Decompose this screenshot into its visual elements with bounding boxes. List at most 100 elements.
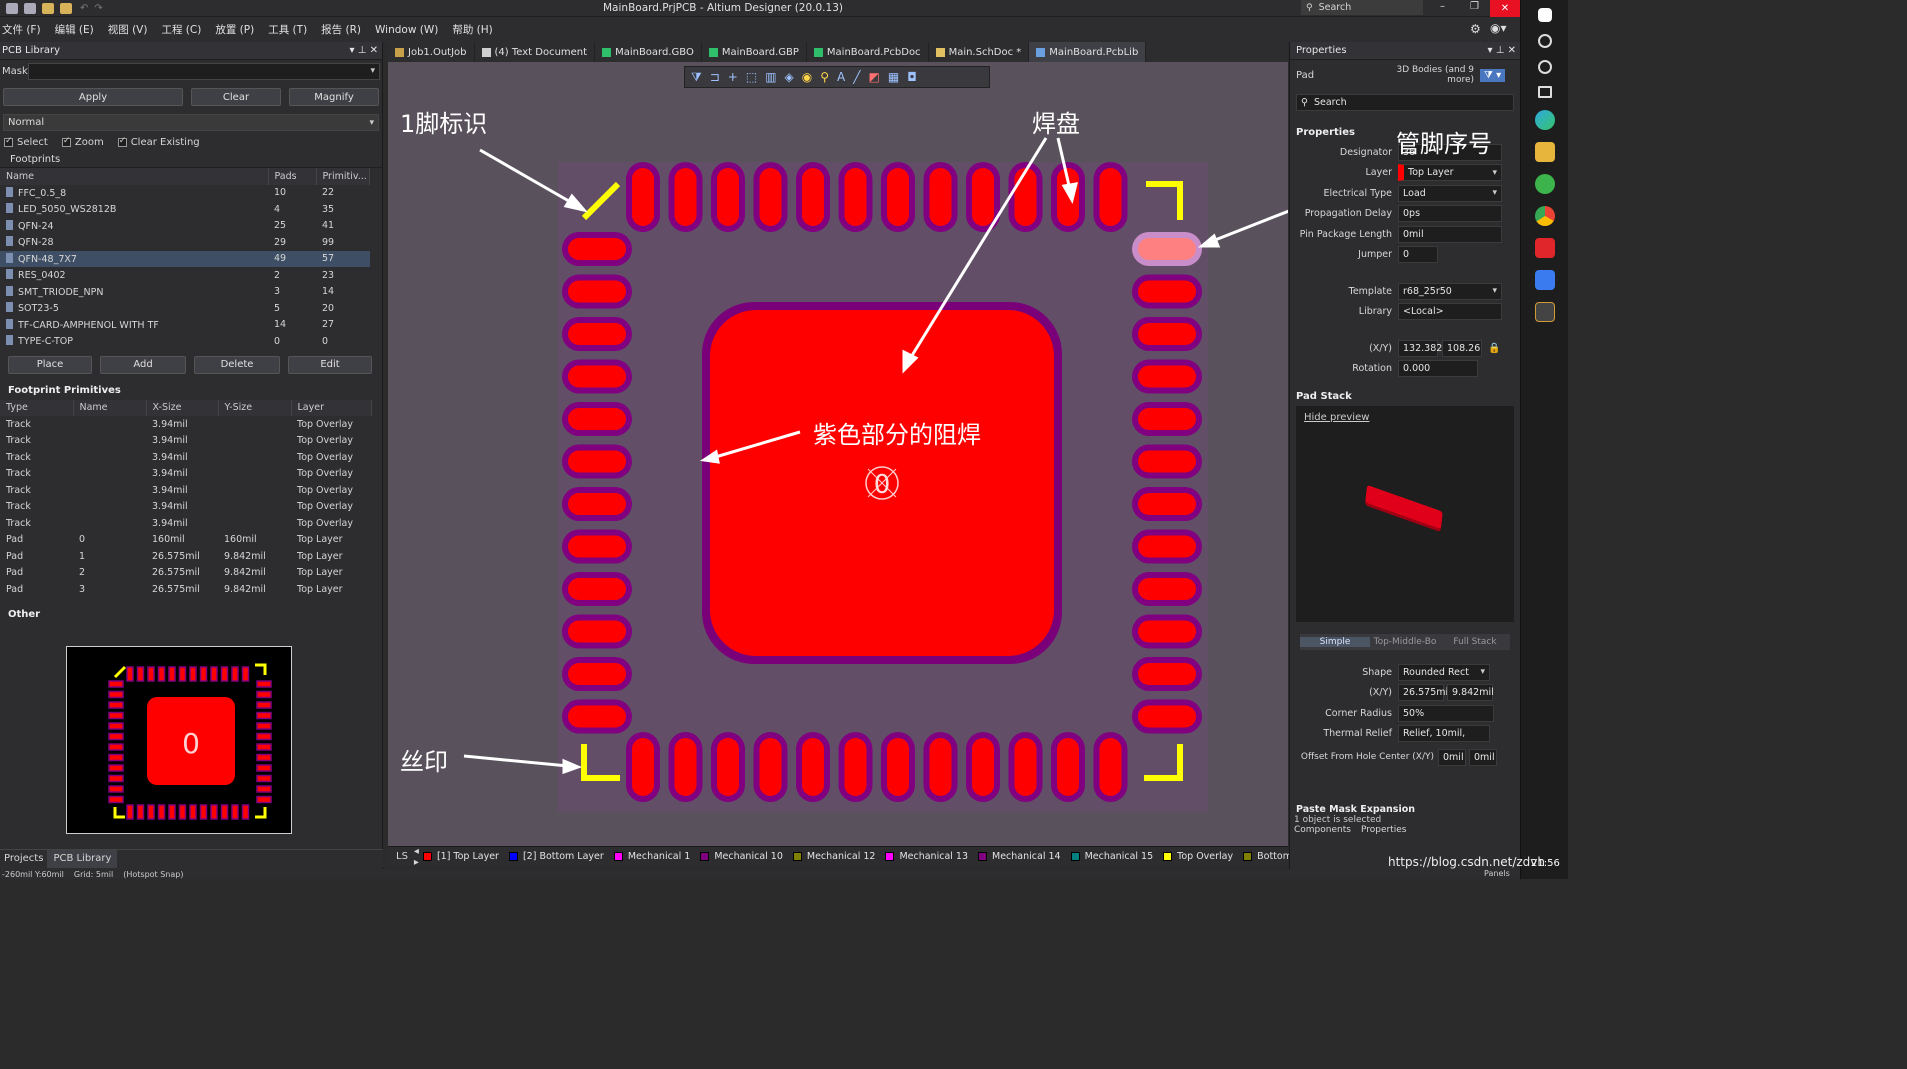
clear-existing-checkbox[interactable]: Clear Existing — [117, 136, 200, 148]
primitive-row[interactable]: Track 3.94mil Top Overlay — [0, 416, 372, 433]
pad-right[interactable] — [1138, 705, 1196, 728]
layer-tab[interactable]: Mechanical 13 — [885, 851, 968, 862]
pad-left[interactable] — [568, 323, 626, 345]
pad-left[interactable] — [568, 280, 626, 303]
menu-reports[interactable]: 报告 (R) — [321, 22, 361, 37]
primitive-row[interactable]: Track 3.94mil Top Overlay — [0, 515, 372, 532]
template-field[interactable]: r68_25r50 — [1398, 282, 1502, 300]
undo-icon[interactable]: ↶ — [80, 3, 88, 14]
footprint-row[interactable]: QFN-24 25 41 — [0, 218, 370, 235]
user-account-icon[interactable]: ◉▾ — [1490, 21, 1507, 35]
delete-button[interactable]: Delete — [194, 355, 280, 374]
propagation-delay-field[interactable]: 0ps — [1398, 205, 1502, 223]
pad-left[interactable] — [568, 408, 626, 430]
footprint-row[interactable]: SOT23-5 5 20 — [0, 300, 370, 317]
youdao-icon[interactable] — [1534, 238, 1555, 258]
pad-right[interactable] — [1138, 493, 1196, 515]
feishu-icon[interactable] — [1534, 270, 1555, 290]
crosshair-icon[interactable]: + — [728, 70, 738, 84]
pad-left[interactable] — [568, 705, 626, 728]
pad-icon[interactable]: ◉ — [802, 70, 812, 84]
place-button[interactable]: Place — [8, 355, 92, 374]
stack-mode-tab[interactable]: Top-Middle-Bo — [1370, 637, 1440, 647]
panel-controls[interactable]: ▾ ⊥ ✕ — [350, 45, 378, 56]
primitive-row[interactable]: Track 3.94mil Top Overlay — [0, 482, 372, 499]
view-icon[interactable]: ◘ — [907, 70, 917, 84]
add-button[interactable]: Add — [100, 355, 186, 374]
pad-left[interactable] — [568, 663, 626, 685]
library-field[interactable]: <Local> — [1398, 303, 1502, 321]
line-icon[interactable]: ╱ — [853, 70, 860, 84]
pad-left[interactable] — [568, 620, 626, 643]
col-type[interactable]: Type — [0, 399, 74, 416]
pad-top[interactable] — [929, 168, 952, 226]
col-ysize[interactable]: Y-Size — [218, 399, 292, 416]
pad-right[interactable] — [1138, 408, 1196, 430]
pad-right[interactable] — [1138, 535, 1196, 558]
document-tab[interactable]: MainBoard.GBO — [595, 42, 702, 62]
pad-top[interactable] — [632, 168, 654, 226]
layer-tab[interactable]: Mechanical 15 — [1070, 851, 1153, 862]
footprint-row[interactable]: SMT_TRIODE_NPN 3 14 — [0, 284, 370, 301]
region-icon[interactable]: ◩ — [869, 70, 880, 84]
pad-left[interactable] — [568, 493, 626, 515]
pad-top[interactable] — [717, 168, 739, 226]
thermal-relief-field[interactable]: Relief, 10mil, — [1398, 725, 1490, 743]
pad-bottom[interactable] — [759, 738, 782, 796]
pad-bottom[interactable] — [1099, 738, 1122, 796]
pad-bottom[interactable] — [972, 738, 994, 796]
layer-tab[interactable]: [1] Top Layer — [422, 851, 499, 862]
jumper-field[interactable]: 0 — [1398, 246, 1438, 264]
save-all-icon[interactable] — [24, 2, 36, 14]
pad-right[interactable] — [1138, 323, 1196, 345]
menu-file[interactable]: 文件 (F) — [2, 22, 41, 37]
restore-button[interactable]: ❐ — [1470, 1, 1479, 12]
pad-top[interactable] — [844, 168, 867, 226]
x-field[interactable]: 132.382 — [1398, 339, 1442, 357]
primitive-row[interactable]: Track 3.94mil Top Overlay — [0, 499, 372, 516]
cortana-icon[interactable] — [1537, 60, 1552, 74]
footprint-row[interactable]: QFN-28 29 99 — [0, 234, 370, 251]
pad-left[interactable] — [568, 238, 626, 260]
col-xsize[interactable]: X-Size — [146, 399, 219, 416]
pad-top[interactable] — [887, 168, 909, 226]
offset-y-field[interactable]: 0mil — [1469, 748, 1497, 766]
pad-left[interactable] — [568, 578, 626, 600]
text-icon[interactable]: A — [837, 70, 845, 84]
pad-bottom[interactable] — [929, 738, 952, 796]
pad-top[interactable] — [1014, 168, 1037, 226]
pad-right[interactable] — [1138, 238, 1196, 260]
pad-right[interactable] — [1138, 578, 1196, 600]
size-y-field[interactable]: 9.842mil — [1447, 684, 1494, 702]
properties-panel-controls[interactable]: ▾ ⊥ ✕ — [1488, 45, 1516, 56]
open-project-icon[interactable] — [60, 2, 72, 14]
route-icon[interactable]: ⊐ — [710, 70, 720, 84]
pad-right[interactable] — [1138, 663, 1196, 685]
pad-top[interactable] — [802, 168, 824, 226]
align-icon[interactable]: ▥ — [765, 70, 776, 84]
footprint-row[interactable]: FFC_0.5_8 10 22 — [0, 185, 370, 202]
pad-bottom[interactable] — [1057, 738, 1079, 796]
clear-button[interactable]: Clear — [191, 88, 281, 106]
filter-button-icon[interactable]: ⧩ ▾ — [1480, 68, 1506, 82]
layer-tab[interactable]: Mechanical 14 — [978, 851, 1061, 862]
tab-pcb-library[interactable]: PCB Library — [47, 849, 118, 868]
file-explorer-icon[interactable] — [1534, 142, 1555, 162]
pad-left[interactable] — [568, 365, 626, 388]
menu-help[interactable]: 帮助 (H) — [452, 22, 492, 37]
pad-right[interactable] — [1138, 450, 1196, 473]
stack-mode-tab[interactable]: Full Stack — [1440, 637, 1510, 647]
green-app-icon[interactable] — [1534, 174, 1555, 194]
primitive-row[interactable]: Track 3.94mil Top Overlay — [0, 433, 372, 450]
pad-bottom[interactable] — [802, 738, 824, 796]
minimize-button[interactable]: – — [1440, 1, 1445, 12]
pad-bottom[interactable] — [674, 738, 697, 796]
close-button[interactable]: ✕ — [1490, 0, 1520, 17]
stack-mode-tab[interactable]: Simple — [1300, 637, 1370, 647]
properties-search[interactable]: ⚲ Search — [1296, 94, 1514, 111]
pad-bottom[interactable] — [844, 738, 867, 796]
pad-bottom[interactable] — [632, 738, 654, 796]
save-icon[interactable] — [6, 2, 18, 14]
pad-left[interactable] — [568, 450, 626, 473]
edit-button[interactable]: Edit — [288, 355, 372, 374]
